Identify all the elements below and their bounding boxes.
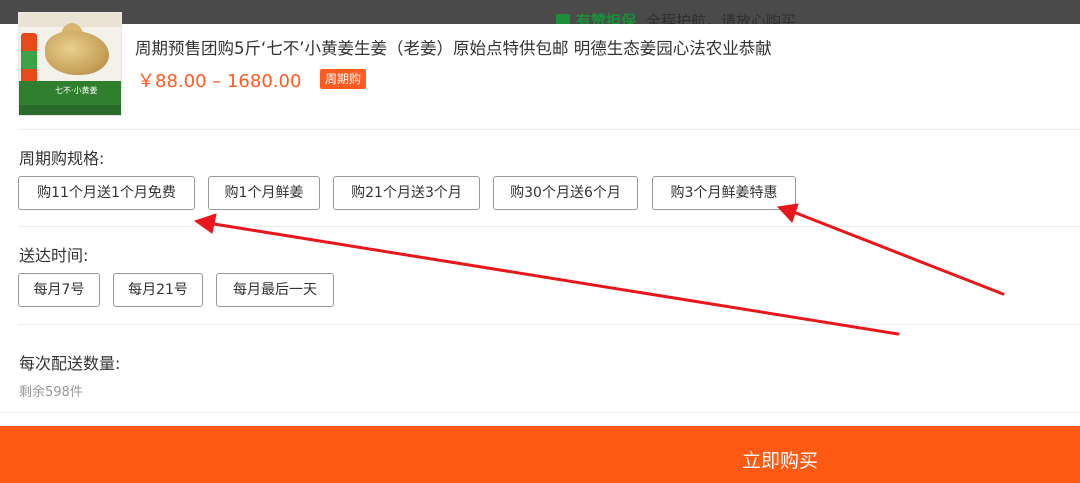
period-purchase-badge: 周期购 bbox=[320, 69, 367, 89]
thumbnail-caption: 七不·小黄姜 bbox=[55, 86, 98, 95]
buy-now-button[interactable]: 立即购买 bbox=[0, 426, 1080, 483]
guarantee-hint: 有赞担保 全程护航，请放心购买 bbox=[556, 10, 796, 24]
spec-option-4[interactable]: 购30个月送6个月 bbox=[493, 176, 638, 210]
divider bbox=[0, 412, 1080, 413]
product-thumbnail: 七不·小黄姜 bbox=[18, 12, 122, 116]
delivery-label: 送达时间: bbox=[19, 246, 89, 265]
product-title: 周期预售团购5斤‘七不’小黄姜生姜（老姜）原始点特供包邮 明德生态姜园心法农业恭… bbox=[135, 39, 772, 58]
divider bbox=[18, 324, 1080, 325]
shield-icon bbox=[556, 14, 570, 24]
spec-label: 周期购规格: bbox=[19, 149, 105, 168]
price-range: ￥88.00 – 1680.00 bbox=[137, 71, 302, 92]
stock-remaining: 剩余598件 bbox=[19, 385, 83, 400]
spec-option-2[interactable]: 购1个月鲜姜 bbox=[208, 176, 320, 210]
divider bbox=[18, 226, 1080, 227]
delivery-option-2[interactable]: 每月21号 bbox=[113, 273, 203, 307]
sku-selector-sheet: 七不·小黄姜 周期预售团购5斤‘七不’小黄姜生姜（老姜）原始点特供包邮 明德生态… bbox=[0, 12, 1080, 483]
guarantee-hint-text: 全程护航，请放心购买 bbox=[646, 12, 797, 24]
guarantee-label: 有赞担保 bbox=[576, 12, 637, 24]
buy-now-label: 立即购买 bbox=[742, 450, 819, 472]
background-page-bar: 有赞担保 全程护航，请放心购买 bbox=[0, 0, 1080, 24]
delivery-option-3[interactable]: 每月最后一天 bbox=[216, 273, 334, 307]
spec-option-3[interactable]: 购21个月送3个月 bbox=[333, 176, 480, 210]
divider bbox=[18, 129, 1080, 130]
ginger-image bbox=[45, 31, 109, 75]
spec-option-5[interactable]: 购3个月鲜姜特惠 bbox=[652, 176, 796, 210]
delivery-option-1[interactable]: 每月7号 bbox=[18, 273, 100, 307]
spec-option-1[interactable]: 购11个月送1个月免费 bbox=[18, 176, 195, 210]
quantity-label: 每次配送数量: bbox=[19, 354, 121, 373]
